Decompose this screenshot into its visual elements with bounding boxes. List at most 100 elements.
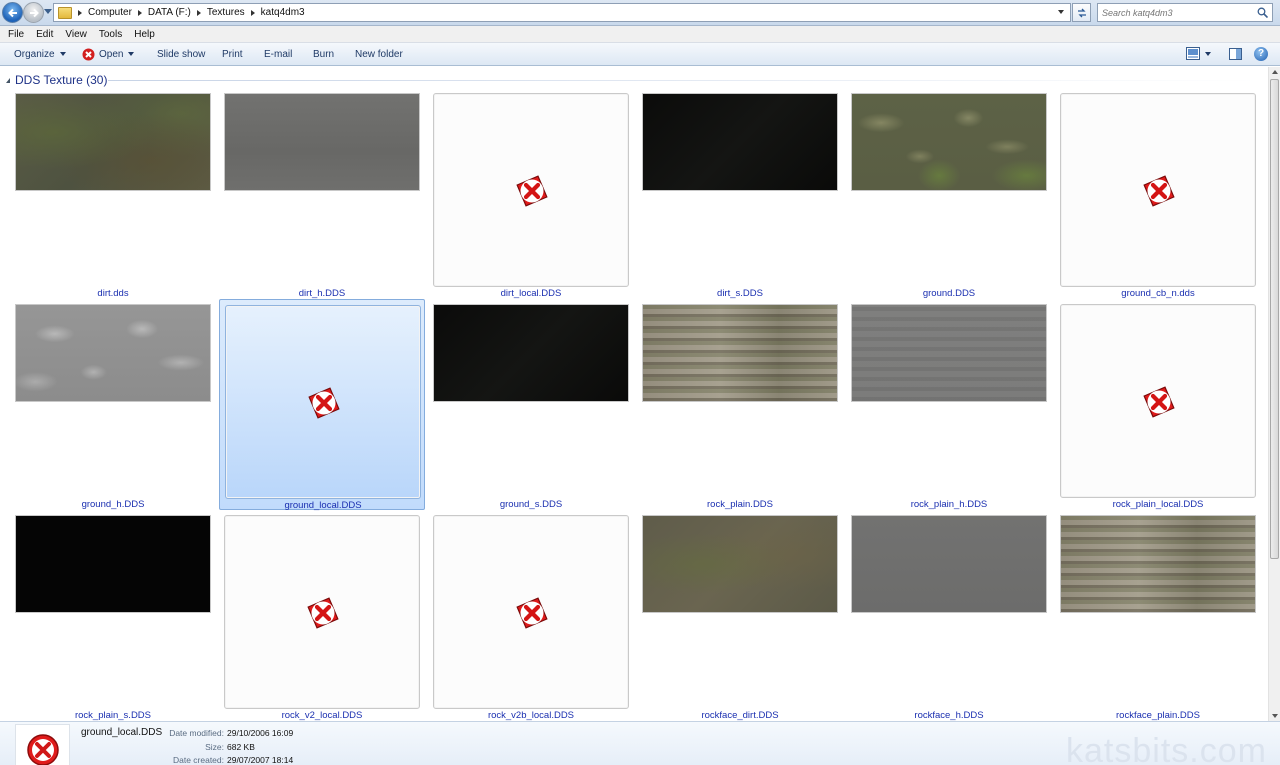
slide-show-button[interactable]: Slide show [157,43,205,66]
address-dropdown-icon[interactable] [1058,10,1064,14]
file-name-label[interactable]: dirt.dds [10,288,216,299]
menu-tools[interactable]: Tools [93,29,128,40]
texture-thumbnail[interactable] [851,304,1047,402]
burn-button[interactable]: Burn [313,43,334,66]
file-tile[interactable]: rock_plain_local.DDS [1055,299,1261,510]
file-tile[interactable]: rockface_dirt.DDS [637,510,843,721]
menu-edit[interactable]: Edit [30,29,59,40]
help-icon[interactable]: ? [1254,47,1268,61]
breadcrumb-arrow-icon[interactable] [250,9,255,16]
texture-thumbnail[interactable] [15,515,211,613]
file-name-label[interactable]: dirt_s.DDS [637,288,843,299]
file-tile[interactable]: dirt_h.DDS [219,88,425,299]
file-tile[interactable]: ground_local.DDS [219,299,425,511]
open-button[interactable]: Open [82,43,135,66]
address-box[interactable]: Computer DATA (F:) Textures katq4dm3 [53,3,1071,22]
texture-thumbnail[interactable] [642,93,838,191]
unknown-file-error-icon [514,173,550,212]
no-preview-thumbnail[interactable] [1060,304,1256,498]
texture-thumbnail[interactable] [224,93,420,191]
file-name-label[interactable]: dirt_local.DDS [428,288,634,299]
menu-help[interactable]: Help [128,29,161,40]
vertical-scrollbar[interactable] [1268,67,1280,721]
texture-thumbnail[interactable] [433,304,629,402]
breadcrumb-label[interactable]: Computer [88,7,132,18]
file-tile[interactable]: ground_cb_n.dds [1055,88,1261,299]
search-input[interactable] [1098,4,1248,21]
file-tile[interactable]: rockface_h.DDS [846,510,1052,721]
email-button[interactable]: E-mail [264,43,292,66]
back-button[interactable] [2,2,23,23]
breadcrumb-arrow-icon[interactable] [78,9,82,16]
breadcrumb-label[interactable]: katq4dm3 [261,7,305,18]
scroll-up-arrow-icon[interactable] [1272,70,1278,74]
menu-view[interactable]: View [59,29,93,40]
file-tile[interactable]: dirt_s.DDS [637,88,843,299]
breadcrumb-drive[interactable]: DATA (F:) [137,7,191,18]
texture-thumbnail[interactable] [851,93,1047,191]
file-name-label[interactable]: rock_plain_s.DDS [10,710,216,721]
new-folder-button[interactable]: New folder [355,43,403,66]
unknown-file-error-icon [27,734,59,765]
no-preview-thumbnail[interactable] [433,93,629,287]
file-name-label[interactable]: rockface_h.DDS [846,710,1052,721]
scroll-thumb[interactable] [1270,79,1279,559]
file-tile[interactable]: rock_plain_h.DDS [846,299,1052,510]
breadcrumb-textures[interactable]: Textures [196,7,245,18]
file-tile[interactable]: dirt.dds [10,88,216,299]
file-tile[interactable]: rock_v2_local.DDS [219,510,425,721]
file-tile[interactable]: rock_plain_s.DDS [10,510,216,721]
file-tile[interactable]: rock_plain.DDS [637,299,843,510]
forward-button[interactable] [23,2,44,23]
print-button[interactable]: Print [222,43,243,66]
file-name-label[interactable]: rockface_plain.DDS [1055,710,1261,721]
search-icon[interactable] [1257,7,1268,18]
size-value: 682 KB [227,742,255,752]
file-name-label[interactable]: rockface_dirt.DDS [637,710,843,721]
organize-button[interactable]: Organize [14,43,66,66]
recent-pages-dropdown-icon[interactable] [44,9,52,15]
file-name-label[interactable]: rock_v2_local.DDS [219,710,425,721]
no-preview-thumbnail[interactable] [225,305,421,499]
file-name-label[interactable]: rock_v2b_local.DDS [428,710,634,721]
file-name-label[interactable]: ground.DDS [846,288,1052,299]
collapse-arrow-icon[interactable] [6,77,10,83]
file-name-label[interactable]: ground_s.DDS [428,499,634,510]
breadcrumb-computer[interactable]: Computer [78,7,132,18]
texture-thumbnail[interactable] [1060,515,1256,613]
group-header[interactable]: DDS Texture (30) [6,73,107,87]
texture-thumbnail[interactable] [15,304,211,402]
no-preview-thumbnail[interactable] [1060,93,1256,287]
menu-file[interactable]: File [0,29,30,40]
texture-thumbnail[interactable] [642,515,838,613]
no-preview-thumbnail[interactable] [433,515,629,709]
file-tile[interactable]: rock_v2b_local.DDS [428,510,634,721]
file-tile[interactable]: ground_h.DDS [10,299,216,510]
file-tile[interactable]: rockface_plain.DDS [1055,510,1261,721]
file-tile[interactable]: dirt_local.DDS [428,88,634,299]
details-thumbnail [15,724,70,765]
texture-thumbnail[interactable] [642,304,838,402]
file-name-label[interactable]: rock_plain.DDS [637,499,843,510]
breadcrumb-current-folder[interactable]: katq4dm3 [250,7,305,18]
file-name-label[interactable]: rock_plain_h.DDS [846,499,1052,510]
file-name-label[interactable]: rock_plain_local.DDS [1055,499,1261,510]
file-name-label[interactable]: dirt_h.DDS [219,288,425,299]
texture-thumbnail[interactable] [851,515,1047,613]
search-box[interactable] [1097,3,1273,22]
file-tile[interactable]: ground.DDS [846,88,1052,299]
breadcrumb-arrow-icon[interactable] [196,9,201,16]
views-button[interactable] [1186,47,1211,60]
no-preview-thumbnail[interactable] [224,515,420,709]
breadcrumb-arrow-icon[interactable] [137,9,142,16]
file-name-label[interactable]: ground_h.DDS [10,499,216,510]
file-name-label[interactable]: ground_cb_n.dds [1055,288,1261,299]
date-created-label: Date created: [172,755,224,765]
refresh-button[interactable] [1072,3,1091,22]
texture-thumbnail[interactable] [15,93,211,191]
breadcrumb-label[interactable]: DATA (F:) [148,7,191,18]
preview-pane-icon[interactable] [1229,48,1242,60]
breadcrumb-label[interactable]: Textures [207,7,245,18]
scroll-down-arrow-icon[interactable] [1272,714,1278,718]
file-tile[interactable]: ground_s.DDS [428,299,634,510]
